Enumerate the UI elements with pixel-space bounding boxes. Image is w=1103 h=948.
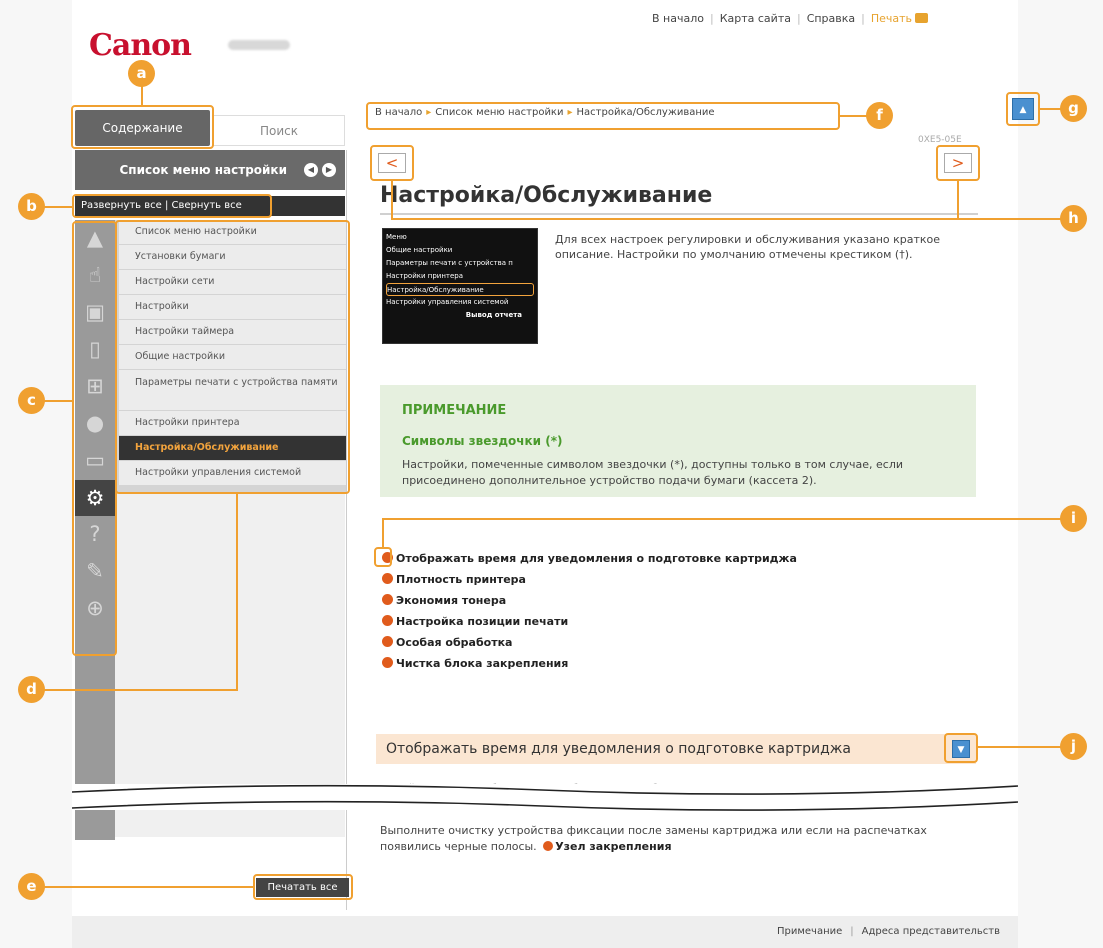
screen-row: Меню <box>386 233 407 241</box>
page-title: Настройка/Обслуживание <box>380 183 713 208</box>
callout-line-d-v <box>236 494 238 690</box>
canon-logo: Canon <box>89 28 192 63</box>
callout-badge-g: g <box>1060 95 1087 122</box>
note-text: Настройки, помеченные символом звездочки… <box>402 458 903 487</box>
nav-prev-icon[interactable]: ◀ <box>304 163 318 177</box>
callout-line-h <box>391 218 1063 220</box>
device-screen-image: Меню Общие настройки Параметры печати с … <box>382 228 538 344</box>
link-bullet-icon <box>543 841 554 851</box>
footer-link-notice[interactable]: Примечание <box>777 926 842 937</box>
callout-badge-c: c <box>18 387 45 414</box>
page-margin-left <box>0 0 72 948</box>
printer-icon <box>915 13 929 23</box>
note-title: Символы звездочки (*) <box>402 434 563 448</box>
callout-line-b <box>44 206 72 208</box>
list-item[interactable]: Чистка блока закрепления <box>382 657 797 678</box>
title-underline <box>380 213 978 215</box>
callout-box-j <box>944 733 978 763</box>
callout-box-b <box>72 194 272 218</box>
callout-box-h-prev <box>370 145 414 181</box>
screen-row: Параметры печати с устройства п <box>386 259 513 267</box>
section-text: Выполните очистку устройства фиксации по… <box>380 824 927 853</box>
callout-box-a <box>71 105 214 149</box>
list-item[interactable]: Особая обработка <box>382 636 797 657</box>
nav-next-icon[interactable]: ▶ <box>322 163 336 177</box>
callout-box-d <box>115 220 350 494</box>
callout-line-i-v <box>382 518 384 548</box>
fixing-unit-link[interactable]: Узел закрепления <box>540 840 672 853</box>
list-item[interactable]: Настройка позиции печати <box>382 615 797 636</box>
top-link-print[interactable]: Печать <box>871 12 929 25</box>
callout-line-d-h <box>44 689 238 691</box>
callout-box-c <box>72 221 117 656</box>
callout-line-e <box>44 886 253 888</box>
callout-badge-i: i <box>1060 505 1087 532</box>
callout-badge-h: h <box>1060 205 1087 232</box>
list-item[interactable]: Отображать время для уведомления о подго… <box>382 552 797 573</box>
screen-row: Вывод отчета <box>465 311 522 319</box>
page-margin-right <box>1018 0 1103 948</box>
callout-box-e <box>253 874 353 900</box>
callout-box-i <box>374 547 392 567</box>
model-name <box>228 40 290 50</box>
callout-badge-a: a <box>128 60 155 87</box>
callout-badge-j: j <box>1060 733 1087 760</box>
callout-badge-d: d <box>18 676 45 703</box>
callout-box-f <box>366 102 840 130</box>
top-link-sitemap[interactable]: Карта сайта <box>720 12 791 25</box>
help-page: В начало | Карта сайта | Справка | Печать Cano… <box>0 0 1103 948</box>
screen-row: Настройки принтера <box>386 272 464 280</box>
note-box: ПРИМЕЧАНИЕ Символы звездочки (*) Настрой… <box>380 385 976 497</box>
callout-box-h-next <box>936 145 980 181</box>
callout-box-g <box>1006 92 1040 126</box>
callout-badge-f: f <box>866 102 893 129</box>
screen-row: Общие настройки <box>386 246 453 254</box>
link-bullet-icon <box>382 573 393 584</box>
section-header[interactable]: Отображать время для уведомления о подго… <box>376 734 976 764</box>
top-link-help[interactable]: Справка <box>807 12 855 25</box>
callout-line-i-h <box>382 518 1063 520</box>
cut-wave-divider <box>72 784 1018 811</box>
screen-row-selected: Настройка/Обслуживание <box>386 283 534 296</box>
list-item[interactable]: Плотность принтера <box>382 573 797 594</box>
doc-id: 0XE5-05E <box>918 135 962 145</box>
footer-link-offices[interactable]: Адреса представительств <box>862 926 1000 937</box>
link-bullet-icon <box>382 594 393 605</box>
link-bullet-icon <box>382 657 393 668</box>
top-links: В начало | Карта сайта | Справка | Печать <box>652 12 929 25</box>
callout-line-g <box>1040 108 1062 110</box>
list-item[interactable]: Экономия тонера <box>382 594 797 615</box>
top-link-home[interactable]: В начало <box>652 12 704 25</box>
footer: Примечание | Адреса представительств <box>72 916 1018 948</box>
callout-line-h-prev <box>391 181 393 219</box>
note-heading: ПРИМЕЧАНИЕ <box>402 403 507 418</box>
callout-line-f <box>840 115 868 117</box>
tab-search[interactable]: Поиск <box>213 115 345 146</box>
callout-line-j <box>978 746 1062 748</box>
callout-badge-e: e <box>18 873 45 900</box>
screen-row: Настройки управления системой <box>386 298 509 306</box>
callout-line-c <box>44 400 72 402</box>
section-link-list: Отображать время для уведомления о подго… <box>382 552 797 678</box>
callout-badge-b: b <box>18 193 45 220</box>
link-bullet-icon <box>382 615 393 626</box>
intro-text: Для всех настроек регулировки и обслужив… <box>555 233 941 261</box>
link-bullet-icon <box>382 636 393 647</box>
callout-line-h-next <box>957 181 959 219</box>
